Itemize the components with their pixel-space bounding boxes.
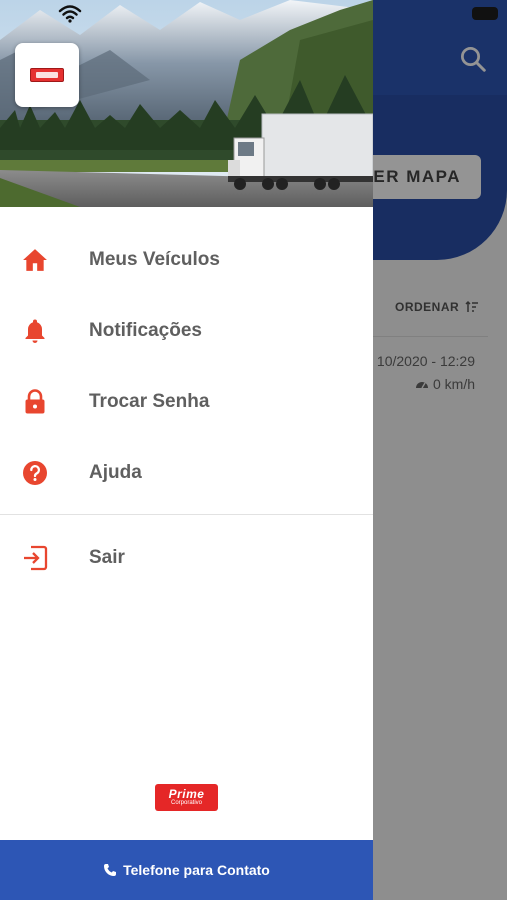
- logout-label: Sair: [89, 546, 125, 568]
- contact-phone-button[interactable]: Telefone para Contato: [0, 840, 373, 900]
- menu-item-my-vehicles[interactable]: Meus Veículos: [0, 224, 373, 295]
- brand-logo: Prime Corporativo: [155, 784, 218, 811]
- menu-item-label: Trocar Senha: [89, 390, 210, 412]
- menu-item-logout[interactable]: Sair: [0, 522, 373, 593]
- help-circle-icon: [20, 458, 50, 488]
- menu-item-help[interactable]: Ajuda: [0, 437, 373, 508]
- bell-icon: [20, 316, 50, 346]
- prime-logo-mark: [30, 68, 64, 82]
- wifi-icon: [58, 5, 82, 23]
- menu-item-label: Notificações: [89, 319, 202, 341]
- brand-name: Prime: [168, 787, 205, 801]
- lock-icon: [20, 387, 50, 417]
- menu-divider: [0, 514, 373, 515]
- menu-item-change-password[interactable]: Trocar Senha: [0, 366, 373, 437]
- home-icon: [20, 245, 50, 275]
- drawer-header-image: [0, 0, 373, 207]
- contact-phone-label: Telefone para Contato: [123, 862, 270, 878]
- menu-item-notifications[interactable]: Notificações: [0, 295, 373, 366]
- drawer-menu: Meus Veículos Notificações Trocar Senha …: [0, 224, 373, 508]
- menu-item-label: Ajuda: [89, 461, 142, 483]
- app-logo: [15, 43, 79, 107]
- menu-item-label: Meus Veículos: [89, 248, 220, 270]
- phone-icon: [104, 864, 117, 876]
- battery-icon: [472, 7, 498, 20]
- logout-icon: [20, 543, 50, 573]
- navigation-drawer: Meus Veículos Notificações Trocar Senha …: [0, 0, 373, 900]
- brand-tagline: Corporativo: [170, 800, 202, 806]
